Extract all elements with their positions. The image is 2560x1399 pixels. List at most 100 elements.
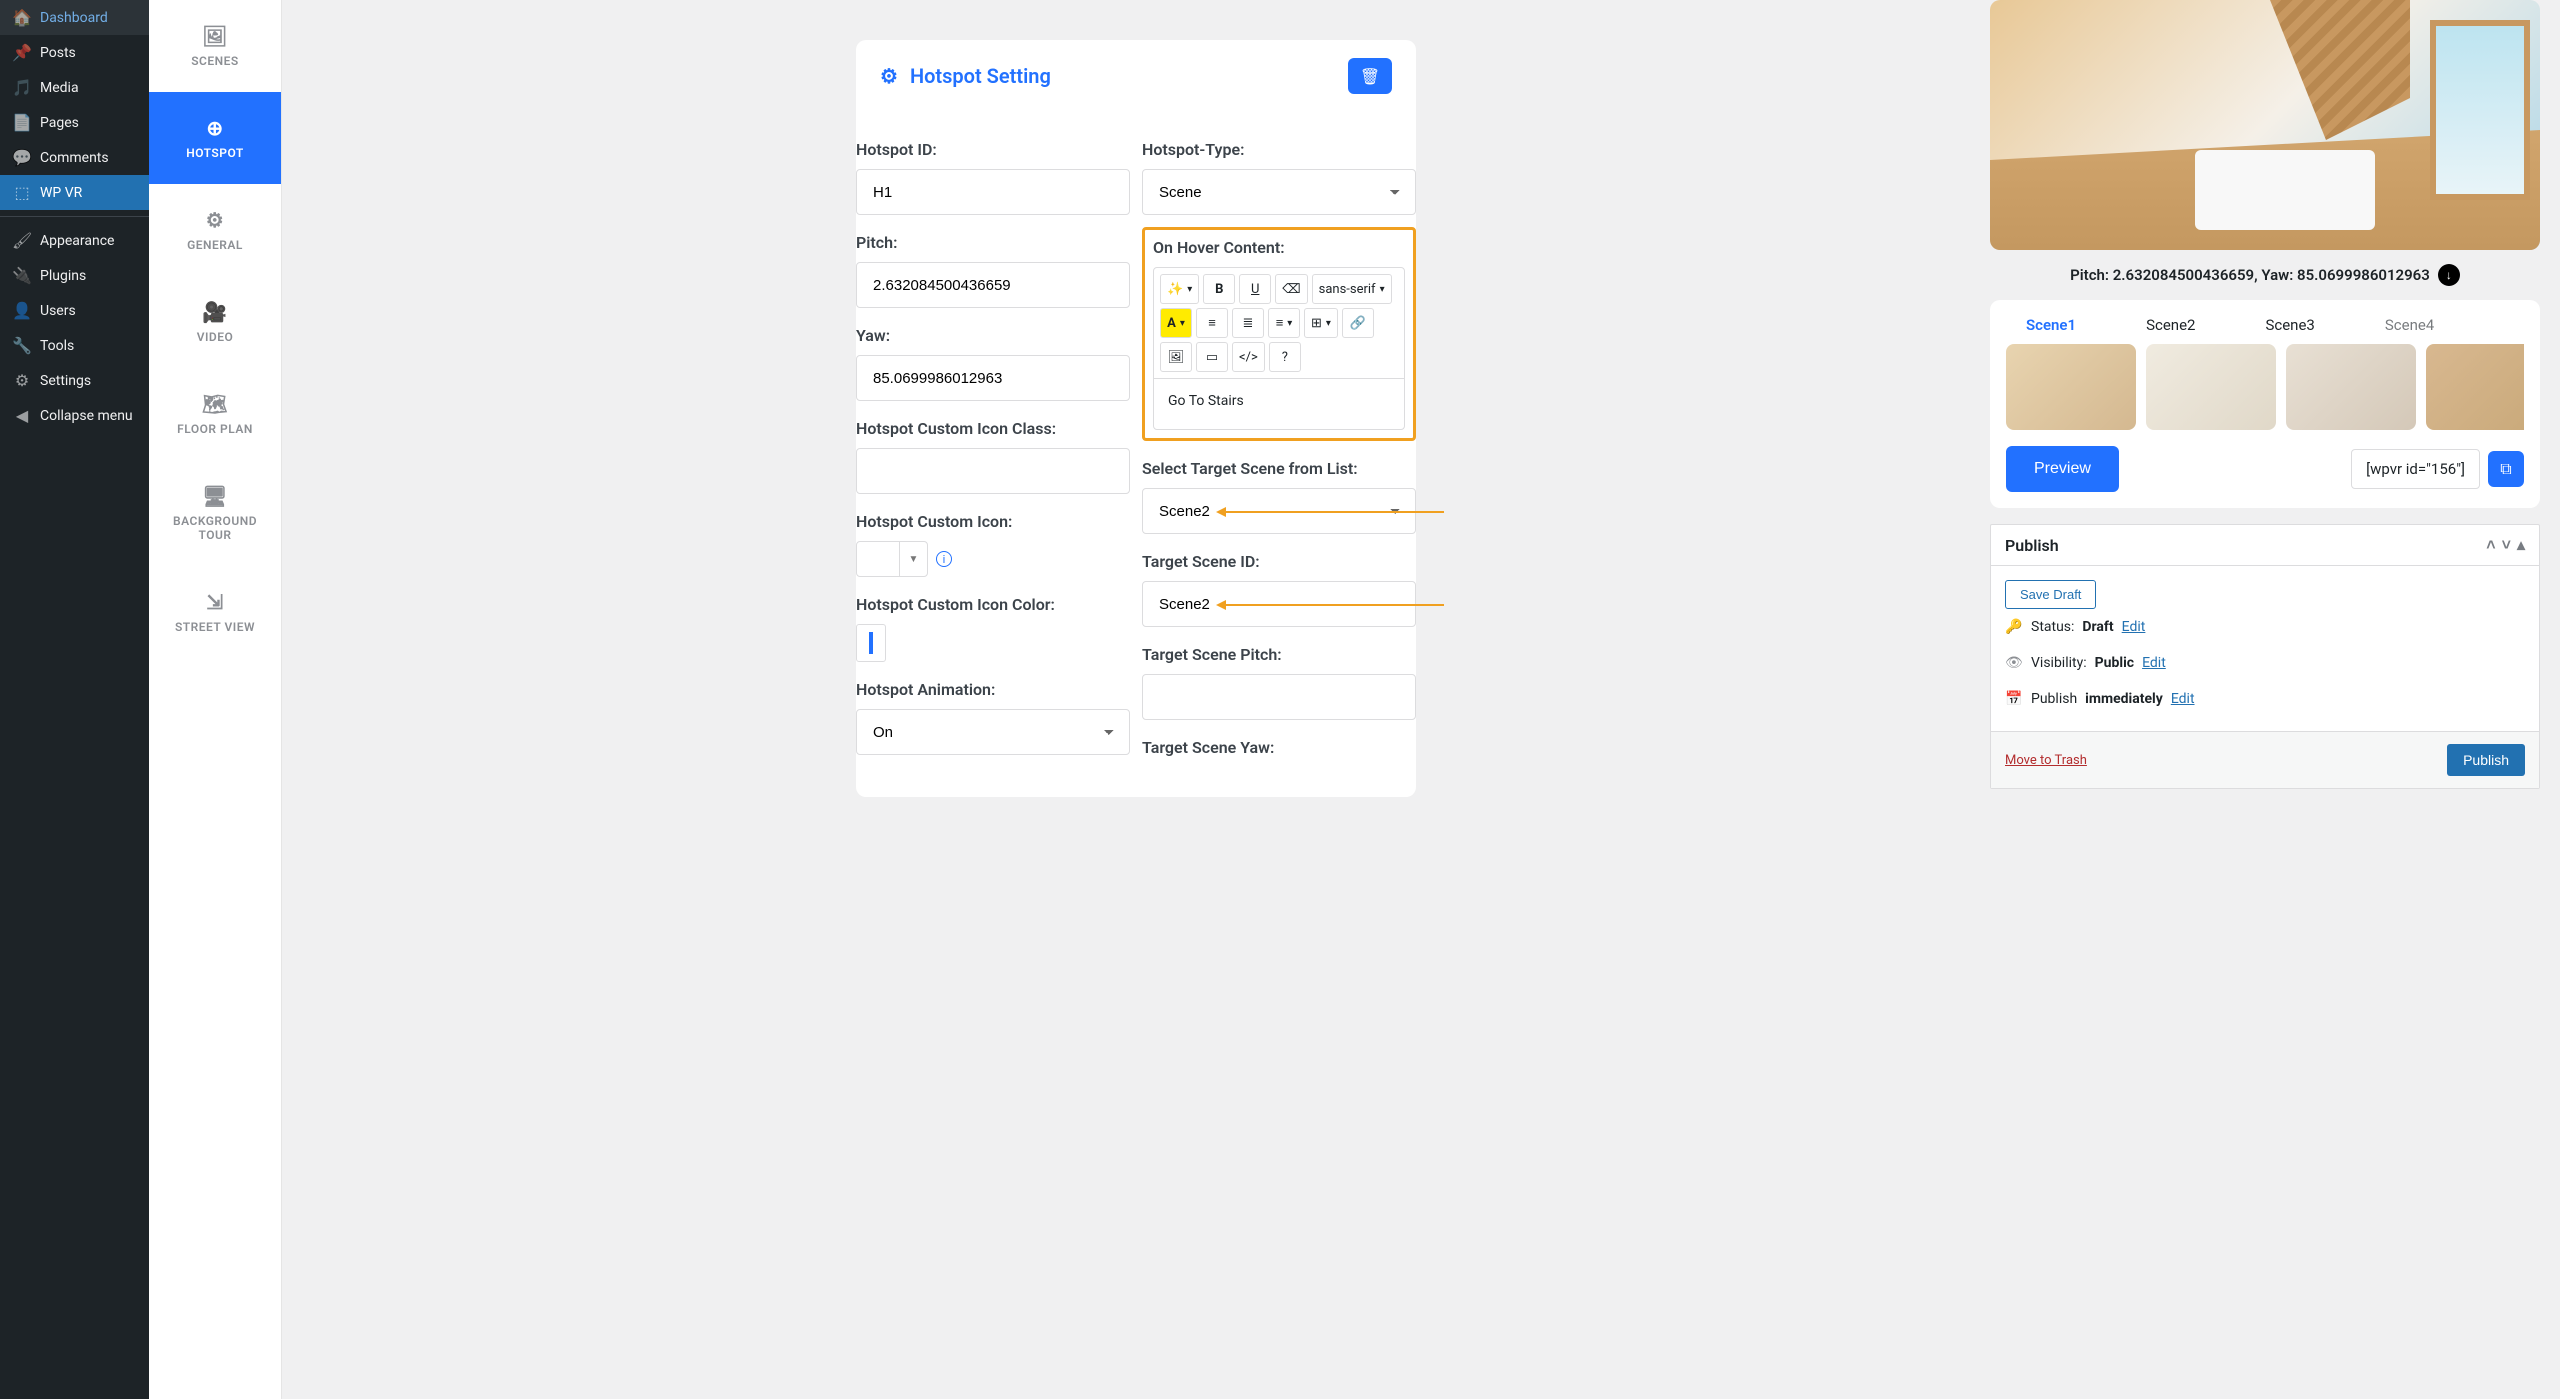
pages-icon: 📄 (12, 113, 32, 132)
key-icon: 🔑 (2005, 619, 2023, 635)
scene-tab-2[interactable]: Scene2 (2146, 316, 2195, 334)
scene-tab-4[interactable]: Scene4 (2385, 316, 2434, 334)
chevron-up-icon[interactable]: ˄ (2486, 535, 2495, 555)
hotspot-setting-title: Hotspot Setting (910, 64, 1051, 88)
editor-help-button[interactable]: ? (1269, 342, 1301, 372)
editor-image-button[interactable]: 🖼 (1160, 342, 1192, 372)
tab-hotspot[interactable]: ⊕HOTSPOT (149, 92, 281, 184)
hotspot-id-label: Hotspot ID: (856, 140, 1130, 159)
tab-video[interactable]: 🎥VIDEO (149, 276, 281, 368)
brush-icon: 🖌 (12, 231, 32, 250)
edit-status-link[interactable]: Edit (2122, 619, 2146, 635)
sidebar-item-settings[interactable]: ⚙Settings (0, 363, 149, 398)
copy-shortcode-button[interactable]: ⧉ (2488, 451, 2524, 487)
hotspot-settings-panel: ⚙ Hotspot Setting 🗑 Hotspot ID: Pitch: Y… (856, 40, 1416, 797)
editor-underline-button[interactable]: U (1239, 274, 1271, 304)
animation-select[interactable]: On (856, 709, 1130, 755)
editor-eraser-button[interactable]: ⌫ (1275, 274, 1307, 304)
edit-visibility-link[interactable]: Edit (2142, 655, 2166, 671)
preview-button[interactable]: Preview (2006, 446, 2119, 492)
sliders-icon: ⚙ (12, 371, 32, 390)
icon-color-picker[interactable] (856, 624, 886, 662)
scenes-panel: Scene1 Scene2 Scene3 Scene4 Preview [wpv… (1990, 300, 2540, 508)
scene-thumbnail[interactable] (2426, 344, 2524, 430)
plugin-icon: 🔌 (12, 266, 32, 285)
editor-table-button[interactable]: ⊞ (1304, 308, 1338, 338)
edit-schedule-link[interactable]: Edit (2171, 691, 2195, 707)
tab-scenes[interactable]: 🖼SCENES (149, 0, 281, 92)
sidebar-item-plugins[interactable]: 🔌Plugins (0, 258, 149, 293)
custom-icon-picker[interactable]: ▼ (856, 541, 928, 577)
editor-content-area[interactable]: Go To Stairs (1154, 379, 1404, 429)
editor-textcolor-button[interactable]: A (1160, 308, 1192, 338)
tab-general[interactable]: ⚙GENERAL (149, 184, 281, 276)
tab-floorplan[interactable]: 🗺FLOOR PLAN (149, 368, 281, 460)
publish-title: Publish (2005, 536, 2059, 555)
pitch-label: Pitch: (856, 233, 1130, 252)
editor-link-button[interactable]: 🔗 (1342, 308, 1374, 338)
sidebar-item-pages[interactable]: 📄Pages (0, 105, 149, 140)
sidebar-item-appearance[interactable]: 🖌Appearance (0, 223, 149, 258)
wpvr-icon: ⬚ (12, 183, 32, 202)
sidebar-item-users[interactable]: 👤Users (0, 293, 149, 328)
sidebar-item-posts[interactable]: 📌Posts (0, 35, 149, 70)
yaw-input[interactable] (856, 355, 1130, 401)
scene-thumbnail[interactable] (2146, 344, 2276, 430)
shortcode-display: [wpvr id="156"] (2351, 449, 2480, 489)
editor-align-button[interactable]: ≡ (1268, 308, 1300, 338)
sidebar-item-collapse[interactable]: ◀Collapse menu (0, 398, 149, 433)
save-draft-button[interactable]: Save Draft (2005, 580, 2096, 609)
chevron-down-icon[interactable]: ˅ (2502, 535, 2511, 555)
hotspot-type-select[interactable]: Scene (1142, 169, 1416, 215)
scene-tab-3[interactable]: Scene3 (2265, 316, 2314, 334)
sidebar-item-media[interactable]: 🎵Media (0, 70, 149, 105)
editor-video-button[interactable]: ▭ (1196, 342, 1228, 372)
tab-backgroundtour[interactable]: 🖥BACKGROUND TOUR (149, 460, 281, 566)
sidebar-item-wpvr[interactable]: ⬚WP VR (0, 175, 149, 210)
pitch-input[interactable] (856, 262, 1130, 308)
icon-class-input[interactable] (856, 448, 1130, 494)
gear-icon: ⚙ (880, 64, 898, 88)
target-icon: ⊕ (206, 116, 223, 140)
gear-icon: ⚙ (206, 208, 224, 232)
copy-icon: ⧉ (2500, 459, 2511, 479)
download-icon[interactable]: ↓ (2438, 264, 2460, 286)
scene-thumbnail[interactable] (2006, 344, 2136, 430)
comments-icon: 💬 (12, 148, 32, 167)
caret-up-icon[interactable]: ▴ (2517, 535, 2525, 555)
editor-magic-button[interactable]: ✨ (1160, 274, 1199, 304)
hotspot-id-input[interactable] (856, 169, 1130, 215)
target-pitch-input[interactable] (1142, 674, 1416, 720)
left-tabs: 🖼SCENES ⊕HOTSPOT ⚙GENERAL 🎥VIDEO 🗺FLOOR … (149, 0, 282, 1399)
sidebar-item-tools[interactable]: 🔧Tools (0, 328, 149, 363)
scene-tab-1[interactable]: Scene1 (2026, 316, 2076, 334)
publish-panel: Publish ˄ ˅ ▴ Save Draft 🔑 Status: Draft… (1990, 524, 2540, 789)
publish-button[interactable]: Publish (2447, 744, 2525, 776)
yaw-label: Yaw: (856, 326, 1130, 345)
editor-bold-button[interactable]: B (1203, 274, 1235, 304)
editor-ol-button[interactable]: ≣ (1232, 308, 1264, 338)
streetview-icon: ⇲ (206, 590, 223, 614)
eye-icon: 👁 (2005, 655, 2023, 671)
target-yaw-label: Target Scene Yaw: (1142, 738, 1416, 757)
delete-hotspot-button[interactable]: 🗑 (1348, 58, 1392, 94)
scene-thumbnail[interactable] (2286, 344, 2416, 430)
editor-code-button[interactable]: </> (1232, 342, 1265, 372)
info-icon[interactable]: i (936, 551, 952, 567)
collapse-icon: ◀ (12, 406, 32, 425)
user-icon: 👤 (12, 301, 32, 320)
dashboard-icon: 🏠 (12, 8, 32, 27)
target-list-label: Select Target Scene from List: (1142, 459, 1416, 478)
sidebar-item-dashboard[interactable]: 🏠Dashboard (0, 0, 149, 35)
icon-class-label: Hotspot Custom Icon Class: (856, 419, 1130, 438)
animation-label: Hotspot Animation: (856, 680, 1130, 699)
editor-font-select[interactable]: sans-serif (1312, 274, 1392, 304)
editor-ul-button[interactable]: ≡ (1196, 308, 1228, 338)
coords-text: Pitch: 2.632084500436659, Yaw: 85.069998… (2070, 266, 2430, 284)
sidebar-item-comments[interactable]: 💬Comments (0, 140, 149, 175)
panorama-preview[interactable] (1990, 0, 2540, 250)
tab-streetview[interactable]: ⇲STREET VIEW (149, 566, 281, 658)
wrench-icon: 🔧 (12, 336, 32, 355)
move-to-trash-link[interactable]: Move to Trash (2005, 753, 2087, 768)
video-icon: 🎥 (202, 300, 227, 324)
